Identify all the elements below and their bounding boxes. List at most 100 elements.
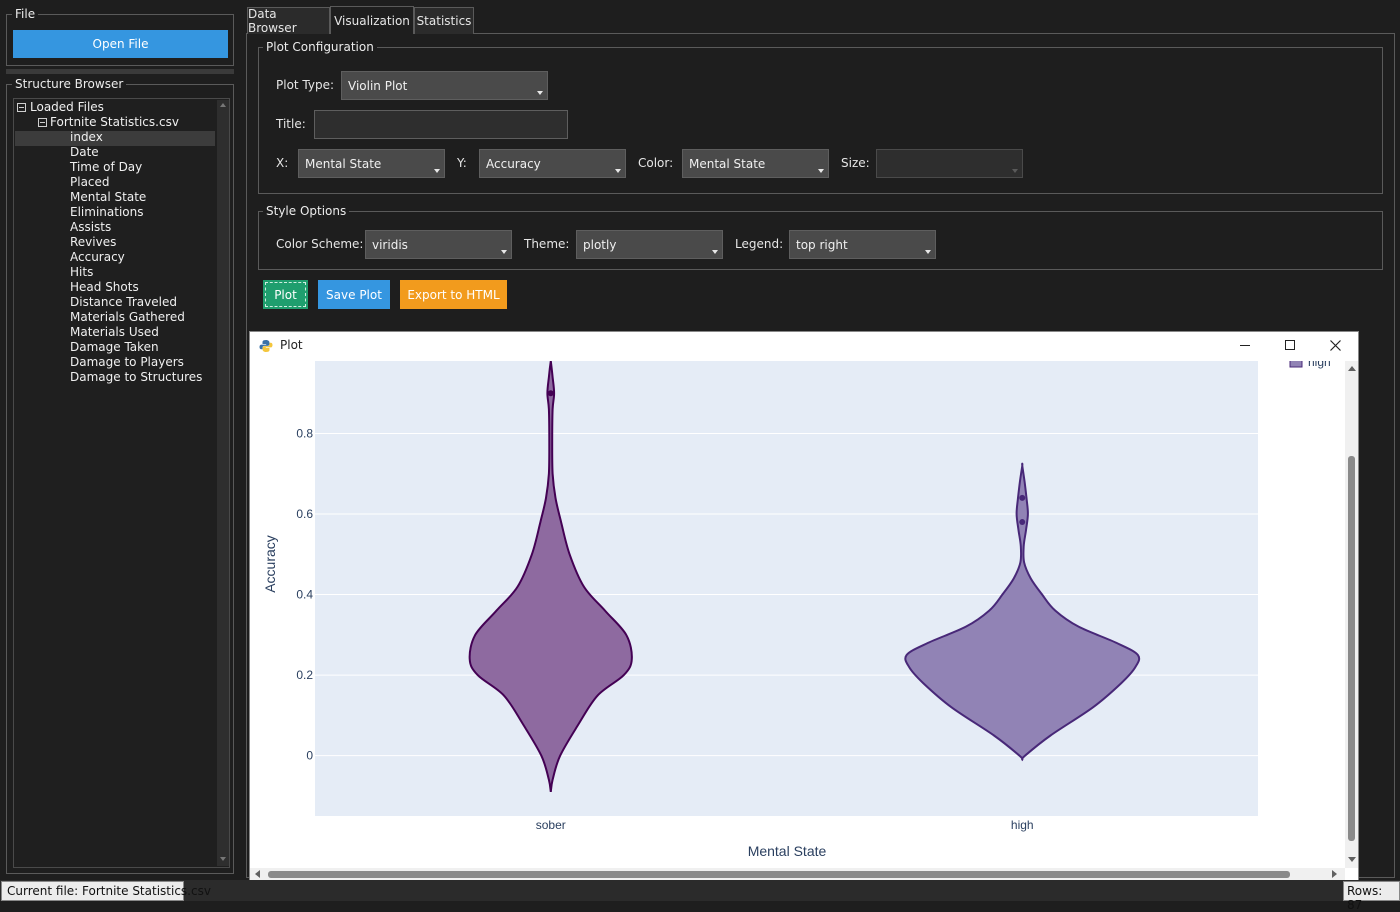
current-file-label: Current file: Fortnite Statistics.csv	[7, 884, 211, 898]
plot-button[interactable]: Plot	[263, 280, 308, 309]
title-input[interactable]	[314, 110, 568, 139]
title-label: Title:	[276, 117, 306, 131]
tab-statistics[interactable]: Statistics	[414, 7, 474, 34]
left-panel: File Open File Structure Browser Loaded …	[0, 0, 240, 880]
tree-column-item[interactable]: Date	[70, 145, 99, 159]
scroll-down-arrow[interactable]	[1348, 857, 1356, 862]
color-select[interactable]: Mental State	[682, 149, 829, 178]
tree-column-item[interactable]: Eliminations	[70, 205, 143, 219]
color-scheme-label: Color Scheme:	[276, 237, 364, 251]
tree-selection-highlight	[15, 131, 215, 146]
collapse-icon[interactable]	[17, 103, 26, 112]
color-scheme-select[interactable]: viridis	[365, 230, 512, 259]
python-icon	[259, 340, 273, 352]
plot-window-titlebar[interactable]: Plot	[250, 332, 1358, 360]
tree-column-item[interactable]: Head Shots	[70, 280, 139, 294]
y-tick-label: 0	[306, 749, 313, 763]
y-tick-label: 0.2	[296, 668, 313, 682]
outlier-point	[547, 390, 554, 397]
scroll-thumb[interactable]	[268, 871, 1290, 878]
y-axis-label: Accuracy	[262, 535, 278, 593]
plot-config-title: Plot Configuration	[263, 40, 377, 54]
color-value: Mental State	[689, 156, 766, 171]
x-tick-labels: sober high	[536, 818, 1034, 832]
plot-vertical-scrollbar[interactable]	[1345, 361, 1358, 868]
legend-label-high: high	[1308, 361, 1331, 369]
splitter[interactable]	[6, 69, 234, 74]
x-tick-label: sober	[536, 818, 566, 832]
scroll-left-arrow[interactable]	[255, 870, 260, 878]
tree-column-item[interactable]: Time of Day	[70, 160, 142, 174]
legend-swatch-high	[1289, 361, 1303, 368]
scroll-down-arrow[interactable]	[220, 857, 226, 861]
y-tick-label: 0.6	[296, 507, 313, 521]
chevron-down-icon	[615, 169, 621, 173]
collapse-icon[interactable]	[38, 118, 47, 127]
scroll-right-arrow[interactable]	[1332, 870, 1337, 878]
chevron-down-icon	[712, 250, 718, 254]
structure-tree[interactable]: Loaded Files Fortnite Statistics.csv ind…	[13, 98, 230, 868]
y-tick-label: 0.4	[296, 588, 313, 602]
plot-type-select[interactable]: Violin Plot	[341, 71, 548, 100]
close-icon[interactable]	[1330, 340, 1341, 351]
tree-column-item[interactable]: Hits	[70, 265, 93, 279]
legend-label: Legend:	[735, 237, 784, 251]
y-select[interactable]: Accuracy	[479, 149, 626, 178]
tree-column-item[interactable]: Accuracy	[70, 250, 125, 264]
tree-scrollbar[interactable]	[217, 100, 229, 866]
color-label: Color:	[638, 156, 674, 170]
tree-root-label[interactable]: Loaded Files	[30, 100, 104, 114]
legend-select[interactable]: top right	[789, 230, 936, 259]
tree-column-item[interactable]: Damage Taken	[70, 340, 159, 354]
tab-visualization[interactable]: Visualization	[330, 6, 414, 34]
violin-chart: 0 0.2 0.4 0.6 0.8 sober high Mental State Acc…	[262, 361, 1331, 859]
tree-column-item[interactable]: Materials Used	[70, 325, 159, 339]
tree-column-item[interactable]: Mental State	[70, 190, 146, 204]
chevron-down-icon	[501, 250, 507, 254]
y-tick-label: 0.8	[296, 426, 313, 440]
tree-column-item[interactable]: Damage to Players	[70, 355, 184, 369]
chevron-down-icon	[818, 169, 824, 173]
scroll-up-arrow[interactable]	[1348, 366, 1356, 371]
x-axis-label: Mental State	[748, 843, 827, 859]
export-html-button[interactable]: Export to HTML	[400, 280, 507, 309]
tree-column-item[interactable]: Damage to Structures	[70, 370, 202, 384]
tree-column-item[interactable]: index	[70, 130, 103, 144]
rows-label: Rows: 87	[1347, 884, 1383, 912]
chevron-down-icon	[537, 91, 543, 95]
tree-column-item[interactable]: Assists	[70, 220, 111, 234]
x-select[interactable]: Mental State	[298, 149, 445, 178]
tab-bar: Data Browser Visualization Statistics	[247, 6, 647, 35]
tree-column-item[interactable]: Distance Traveled	[70, 295, 177, 309]
legend[interactable]: high	[1289, 361, 1331, 369]
tree-column-item[interactable]: Materials Gathered	[70, 310, 185, 324]
chevron-down-icon	[1012, 169, 1018, 173]
legend-value: top right	[796, 237, 848, 252]
scroll-up-arrow[interactable]	[220, 103, 226, 107]
maximize-icon[interactable]	[1285, 340, 1295, 350]
plot-window: Plot 0 0.2 0.4 0.6 0.8 sober high Mental Stat…	[249, 331, 1359, 882]
theme-select[interactable]: plotly	[576, 230, 723, 259]
plot-window-title: Plot	[280, 338, 303, 352]
x-value: Mental State	[305, 156, 382, 171]
y-label: Y:	[457, 156, 467, 170]
x-label: X:	[276, 156, 289, 170]
plot-area-background	[315, 361, 1258, 816]
minimize-icon[interactable]	[1240, 345, 1250, 346]
tree-column-item[interactable]: Revives	[70, 235, 116, 249]
theme-label: Theme:	[524, 237, 570, 251]
outlier-point	[1019, 519, 1026, 526]
scroll-thumb[interactable]	[1348, 456, 1355, 841]
tree-file-label[interactable]: Fortnite Statistics.csv	[50, 115, 179, 129]
size-select[interactable]	[876, 149, 1023, 178]
open-file-button[interactable]: Open File	[13, 30, 228, 58]
style-options-title: Style Options	[263, 204, 350, 218]
color-scheme-value: viridis	[372, 237, 408, 252]
outlier-point	[1019, 494, 1026, 501]
tree-column-item[interactable]: Placed	[70, 175, 110, 189]
tab-data-browser[interactable]: Data Browser	[247, 7, 330, 35]
plot-type-value: Violin Plot	[348, 78, 408, 93]
y-value: Accuracy	[486, 156, 541, 171]
save-plot-button[interactable]: Save Plot	[318, 280, 390, 309]
structure-group-title: Structure Browser	[12, 77, 127, 91]
